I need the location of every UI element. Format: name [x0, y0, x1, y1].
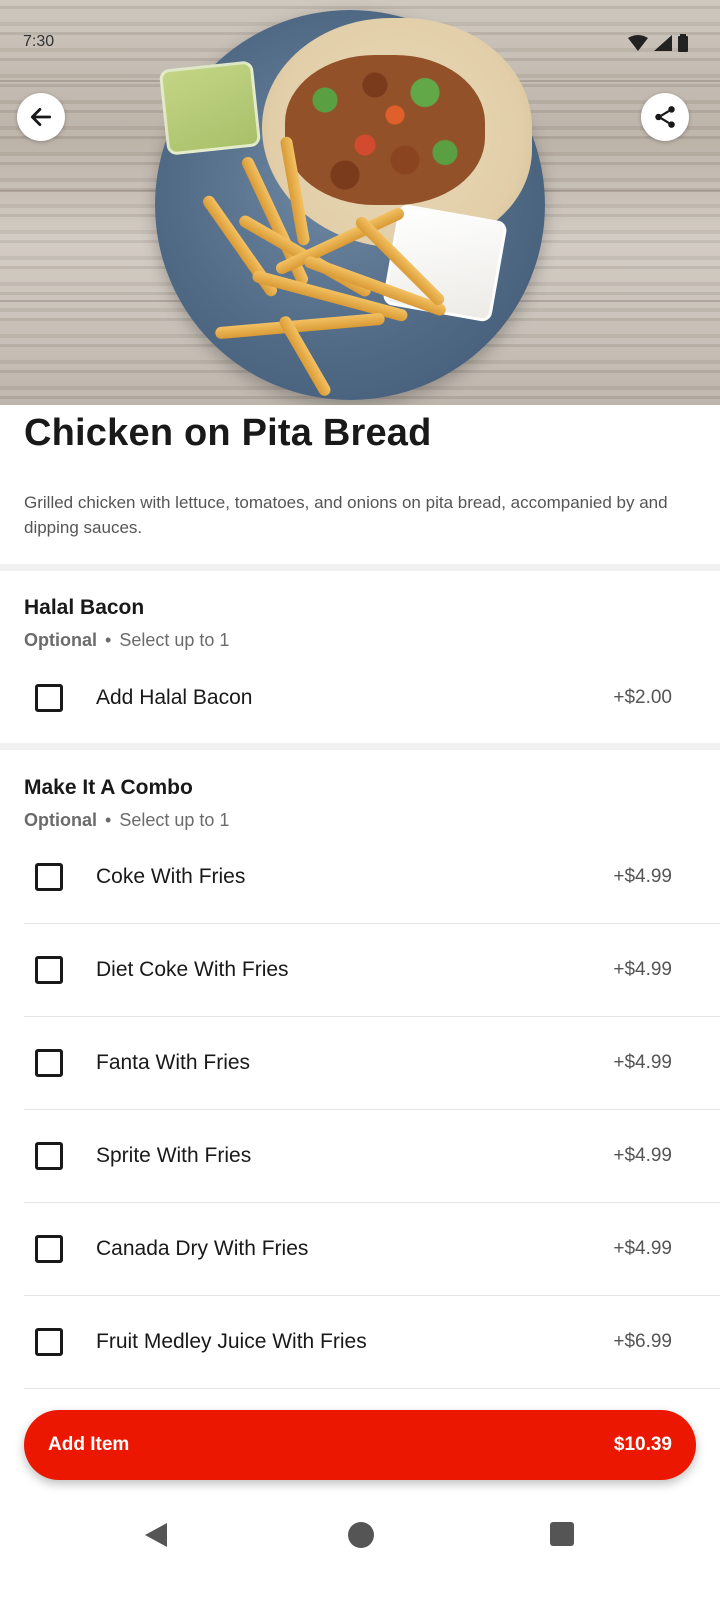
option-price: +$4.99: [613, 1238, 672, 1259]
optional-label: Optional: [24, 630, 97, 650]
select-limit-label: Select up to 1: [119, 810, 230, 830]
option-price: +$2.00: [613, 687, 672, 708]
option-label: Diet Coke With Fries: [96, 958, 289, 981]
back-arrow-icon: [30, 108, 52, 126]
option-row-fanta-with-fries[interactable]: Fanta With Fries +$4.99: [24, 1017, 720, 1110]
status-time: 7:30: [23, 33, 55, 50]
chicken-topping: [285, 55, 485, 205]
checkbox-icon[interactable]: [35, 1328, 63, 1356]
separator-dot: •: [105, 630, 112, 650]
checkbox-icon[interactable]: [35, 1235, 63, 1263]
option-row-fruit-medley-juice-with-fries[interactable]: Fruit Medley Juice With Fries +$6.99: [24, 1296, 720, 1389]
option-row-canada-dry-with-fries[interactable]: Canada Dry With Fries +$4.99: [24, 1203, 720, 1296]
option-label: Fruit Medley Juice With Fries: [96, 1330, 367, 1353]
item-description: Grilled chicken with lettuce, tomatoes, …: [24, 493, 668, 537]
section-title-combo: Make It A Combo: [24, 776, 193, 799]
nav-home-icon[interactable]: [347, 1521, 375, 1549]
option-row-sprite-with-fries[interactable]: Sprite With Fries +$4.99: [24, 1110, 720, 1203]
option-label: Canada Dry With Fries: [96, 1237, 309, 1260]
item-title: Chicken on Pita Bread: [24, 412, 432, 454]
back-button[interactable]: [17, 93, 65, 141]
nav-back-icon[interactable]: [143, 1521, 169, 1549]
option-row-diet-coke-with-fries[interactable]: Diet Coke With Fries +$4.99: [24, 924, 720, 1017]
checkbox-icon[interactable]: [35, 1049, 63, 1077]
section-divider: [0, 564, 720, 571]
option-price: +$6.99: [613, 1331, 672, 1352]
option-label: Fanta With Fries: [96, 1051, 251, 1074]
separator-dot: •: [105, 810, 112, 830]
option-label: Sprite With Fries: [96, 1144, 252, 1167]
add-item-label: Add Item: [48, 1434, 130, 1455]
share-icon: [655, 106, 675, 128]
share-button[interactable]: [641, 93, 689, 141]
wifi-icon: [628, 35, 648, 51]
battery-icon: [678, 34, 688, 52]
section-title-halal-bacon: Halal Bacon: [24, 596, 145, 619]
option-row-coke-with-fries[interactable]: Coke With Fries +$4.99: [24, 831, 720, 924]
option-label: Coke With Fries: [96, 865, 246, 888]
select-limit-label: Select up to 1: [119, 630, 230, 650]
checkbox-icon[interactable]: [35, 863, 63, 891]
status-icons: [628, 34, 688, 52]
section-divider: [0, 743, 720, 750]
optional-label: Optional: [24, 810, 97, 830]
option-price: +$4.99: [613, 1052, 672, 1073]
checkbox-icon[interactable]: [35, 1142, 63, 1170]
add-item-button[interactable]: Add Item $10.39: [24, 1410, 696, 1480]
nav-recents-icon[interactable]: [549, 1521, 575, 1547]
option-row-add-halal-bacon[interactable]: Add Halal Bacon +$2.00: [24, 652, 720, 744]
option-label: Add Halal Bacon: [96, 686, 253, 709]
checkbox-icon[interactable]: [35, 684, 63, 712]
option-price: +$4.99: [613, 866, 672, 887]
section-subtitle-combo: Optional • Select up to 1: [24, 810, 229, 831]
green-sauce-cup: [158, 60, 262, 156]
section-subtitle-halal-bacon: Optional • Select up to 1: [24, 630, 229, 651]
add-item-price: $10.39: [613, 1434, 672, 1455]
checkbox-icon[interactable]: [35, 956, 63, 984]
option-price: +$4.99: [613, 959, 672, 980]
item-hero-image: 7:30: [0, 0, 720, 405]
option-price: +$4.99: [613, 1145, 672, 1166]
signal-icon: [654, 35, 672, 51]
